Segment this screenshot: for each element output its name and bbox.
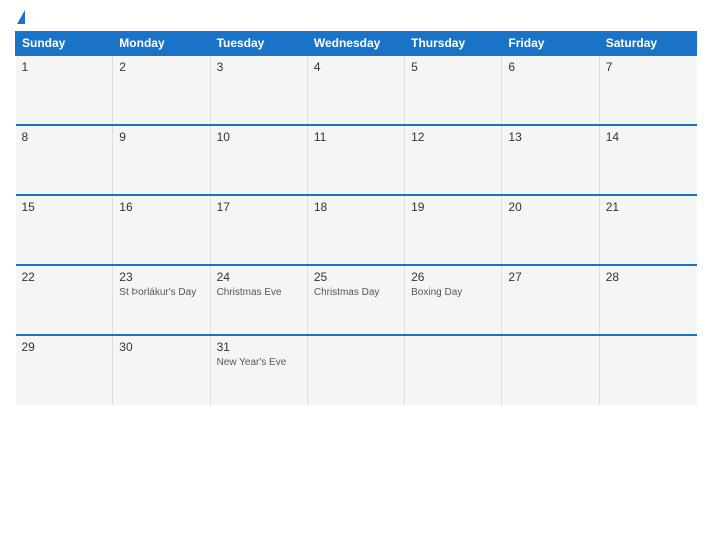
holiday-label: Christmas Day	[314, 286, 398, 299]
day-of-week-header: Friday	[502, 32, 599, 56]
calendar-week-row: 29 30 31 New Year's Eve	[16, 335, 697, 405]
calendar-cell: 27	[502, 265, 599, 335]
calendar-cell: 28	[599, 265, 696, 335]
calendar-cell: 20	[502, 195, 599, 265]
calendar-cell	[405, 335, 502, 405]
day-number: 4	[314, 60, 398, 74]
day-number: 31	[217, 340, 301, 354]
holiday-label: Boxing Day	[411, 286, 495, 299]
holiday-label: New Year's Eve	[217, 356, 301, 369]
holiday-label: Christmas Eve	[217, 286, 301, 299]
calendar-cell: 5	[405, 55, 502, 125]
day-number: 5	[411, 60, 495, 74]
day-of-week-header: Wednesday	[307, 32, 404, 56]
calendar-cell: 30	[113, 335, 210, 405]
calendar-cell: 17	[210, 195, 307, 265]
day-number: 19	[411, 200, 495, 214]
calendar-cell	[599, 335, 696, 405]
calendar-cell: 2	[113, 55, 210, 125]
calendar-cell: 13	[502, 125, 599, 195]
day-number: 6	[508, 60, 592, 74]
calendar-cell: 15	[16, 195, 113, 265]
day-number: 29	[22, 340, 107, 354]
day-number: 27	[508, 270, 592, 284]
day-of-week-header: Tuesday	[210, 32, 307, 56]
calendar-cell: 22	[16, 265, 113, 335]
calendar-cell: 23 St Þorlákur's Day	[113, 265, 210, 335]
calendar-cell: 25 Christmas Day	[307, 265, 404, 335]
calendar-cell: 11	[307, 125, 404, 195]
calendar-week-row: 1234567	[16, 55, 697, 125]
calendar-cell: 26 Boxing Day	[405, 265, 502, 335]
day-of-week-header: Saturday	[599, 32, 696, 56]
calendar-week-row: 22 23 St Þorlákur's Day 24 Christmas Eve 25 Ch…	[16, 265, 697, 335]
day-number: 16	[119, 200, 203, 214]
day-number: 25	[314, 270, 398, 284]
logo-triangle-icon	[17, 10, 25, 24]
day-number: 2	[119, 60, 203, 74]
day-number: 26	[411, 270, 495, 284]
day-number: 13	[508, 130, 592, 144]
day-number: 1	[22, 60, 107, 74]
calendar-cell: 18	[307, 195, 404, 265]
calendar-cell: 12	[405, 125, 502, 195]
calendar-cell: 1	[16, 55, 113, 125]
calendar-cell: 3	[210, 55, 307, 125]
day-number: 11	[314, 130, 398, 144]
day-number: 17	[217, 200, 301, 214]
calendar-cell: 10	[210, 125, 307, 195]
header	[15, 10, 697, 25]
day-number: 18	[314, 200, 398, 214]
day-of-week-header: Sunday	[16, 32, 113, 56]
logo	[15, 10, 25, 25]
calendar-cell	[502, 335, 599, 405]
holiday-label: St Þorlákur's Day	[119, 286, 203, 299]
calendar-cell: 8	[16, 125, 113, 195]
day-number: 23	[119, 270, 203, 284]
calendar-cell: 24 Christmas Eve	[210, 265, 307, 335]
calendar-cell: 16	[113, 195, 210, 265]
calendar-cell: 29	[16, 335, 113, 405]
calendar-cell: 4	[307, 55, 404, 125]
day-number: 22	[22, 270, 107, 284]
day-number: 21	[606, 200, 691, 214]
page: SundayMondayTuesdayWednesdayThursdayFrid…	[0, 0, 712, 550]
day-number: 30	[119, 340, 203, 354]
calendar-cell: 14	[599, 125, 696, 195]
day-number: 8	[22, 130, 107, 144]
day-number: 12	[411, 130, 495, 144]
calendar-cell: 6	[502, 55, 599, 125]
day-of-week-header: Monday	[113, 32, 210, 56]
day-number: 20	[508, 200, 592, 214]
day-number: 3	[217, 60, 301, 74]
day-number: 7	[606, 60, 691, 74]
day-of-week-header: Thursday	[405, 32, 502, 56]
calendar-cell	[307, 335, 404, 405]
calendar-cell: 31 New Year's Eve	[210, 335, 307, 405]
calendar-cell: 9	[113, 125, 210, 195]
day-number: 28	[606, 270, 691, 284]
calendar-week-row: 15 16 17 18 19 20 21	[16, 195, 697, 265]
day-number: 10	[217, 130, 301, 144]
day-number: 24	[217, 270, 301, 284]
calendar-week-row: 89 10 11 12 13 14	[16, 125, 697, 195]
day-number: 14	[606, 130, 691, 144]
calendar-cell: 7	[599, 55, 696, 125]
calendar-table: SundayMondayTuesdayWednesdayThursdayFrid…	[15, 31, 697, 405]
calendar-cell: 21	[599, 195, 696, 265]
calendar-header-row: SundayMondayTuesdayWednesdayThursdayFrid…	[16, 32, 697, 56]
day-number: 9	[119, 130, 203, 144]
calendar-cell: 19	[405, 195, 502, 265]
day-number: 15	[22, 200, 107, 214]
